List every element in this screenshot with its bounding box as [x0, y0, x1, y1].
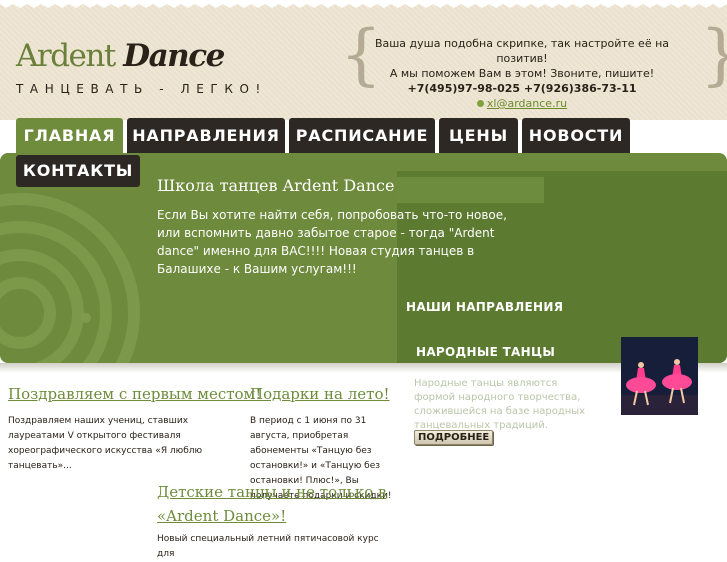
contact-slogan-line-2: А мы поможем Вам в этом! Звоните, пишите… [389, 67, 655, 80]
nav-tab-news[interactable]: НОВОСТИ [522, 118, 630, 153]
site-logo[interactable]: Ardent Dance [16, 38, 225, 74]
school-title: Школа танцев Ardent Dance [157, 176, 395, 195]
nav-tab-directions[interactable]: НАПРАВЛЕНИЯ [127, 118, 285, 153]
direction-folk-title[interactable]: НАРОДНЫЕ ТАНЦЫ [416, 345, 555, 359]
contact-block: Ваша душа подобна скрипке, так настройте… [366, 36, 678, 111]
direction-folk-description: Народные танцы являются формой народного… [414, 378, 586, 431]
news-2-title[interactable]: Подарки на лето! [250, 385, 390, 403]
nav-tab-contacts[interactable]: КОНТАКТЫ [16, 155, 140, 187]
contact-phones: +7(495)97-98-025 +7(926)386-73-11 [407, 82, 637, 95]
news-3-text: Новый специальный летний пятичасовой кур… [157, 534, 379, 559]
logo-part-2: Dance [123, 38, 225, 74]
news-1-text: Поздравляем наших учениц, ставших лауреа… [8, 416, 203, 471]
nav-tab-prices[interactable]: ЦЕНЫ [439, 118, 518, 153]
school-description: Если Вы хотите найти себя, попробовать ч… [157, 208, 507, 276]
email-bullet-icon [476, 100, 484, 107]
logo-part-1: Ardent [16, 38, 116, 74]
contact-slogan-line-1: Ваша душа подобна скрипке, так настройте… [374, 37, 670, 65]
decorative-zigzag-border [0, 0, 727, 8]
news-3-title[interactable]: Детские танцы и не только в «Ardent Danc… [157, 480, 387, 528]
nav-tab-schedule[interactable]: РАСПИСАНИЕ [289, 118, 435, 153]
site-header: Ardent Dance ТАНЦЕВАТЬ - ЛЕГКО! { } Ваша… [0, 0, 727, 120]
panel-highlight-strip [397, 177, 544, 203]
directions-heading: НАШИ НАПРАВЛЕНИЯ [406, 300, 564, 314]
nav-tab-main[interactable]: ГЛАВНАЯ [16, 118, 123, 153]
more-button[interactable]: ПОДРОБНЕЕ [414, 430, 494, 445]
banner-shadow [0, 363, 727, 373]
folk-dancers-photo [621, 337, 698, 415]
site-tagline: ТАНЦЕВАТЬ - ЛЕГКО! [16, 82, 267, 96]
news-1-title[interactable]: Поздравляем с первым местом! [8, 385, 261, 403]
contact-email-link[interactable]: xl@ardance.ru [487, 97, 567, 110]
right-brace-decoration: } [700, 22, 727, 88]
